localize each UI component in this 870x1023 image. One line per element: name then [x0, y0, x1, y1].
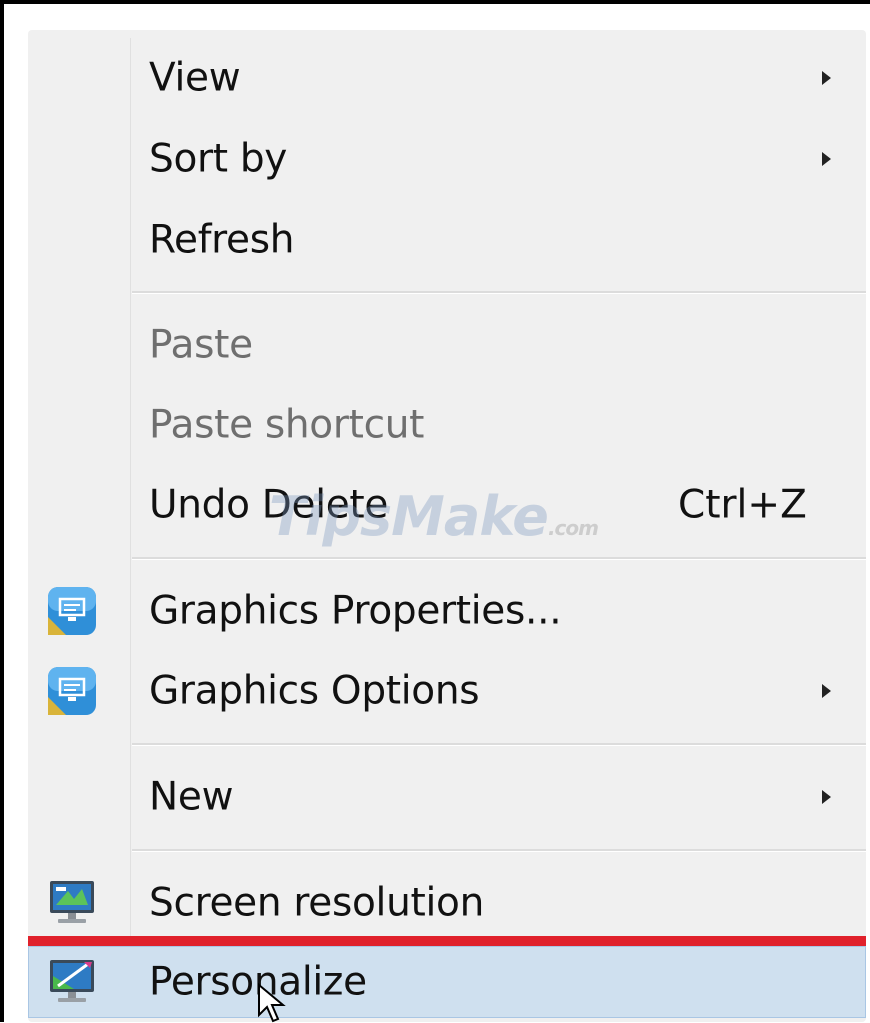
menu-separator [132, 557, 866, 560]
menu-item-paste-shortcut[interactable]: Paste shortcut [28, 385, 866, 465]
personalize-monitor-icon [50, 960, 94, 1002]
menu-item-view[interactable]: View [28, 38, 866, 118]
menu-item-label: View [149, 55, 241, 101]
menu-separator [132, 743, 866, 746]
submenu-arrow-icon [822, 71, 831, 85]
mouse-pointer-icon [258, 983, 286, 1023]
highlight-marker [28, 936, 866, 946]
menu-item-label: Paste shortcut [149, 402, 425, 448]
monitor-icon [50, 881, 94, 923]
submenu-arrow-icon [822, 684, 831, 698]
menu-item-label: Sort by [149, 136, 288, 182]
menu-item-graphics-options[interactable]: Graphics Options [28, 651, 866, 731]
menu-item-label: Paste [149, 322, 253, 368]
intel-graphics-icon [48, 587, 96, 635]
menu-item-sort-by[interactable]: Sort by [28, 119, 866, 199]
menu-item-label: Refresh [149, 217, 295, 263]
menu-item-label: Undo Delete [149, 482, 389, 528]
menu-item-label: Screen resolution [149, 880, 484, 926]
menu-item-paste[interactable]: Paste [28, 305, 866, 385]
menu-item-label: Graphics Properties... [149, 588, 562, 634]
menu-item-new[interactable]: New [28, 757, 866, 837]
submenu-arrow-icon [822, 790, 831, 804]
menu-item-personalize[interactable]: Personalize [28, 946, 866, 1018]
menu-item-refresh[interactable]: Refresh [28, 200, 866, 280]
menu-item-label: Graphics Options [149, 668, 480, 714]
screenshot-frame: View Sort by Refresh Paste Paste shortcu… [0, 0, 870, 1023]
desktop-context-menu: View Sort by Refresh Paste Paste shortcu… [28, 30, 866, 1023]
menu-item-graphics-properties[interactable]: Graphics Properties... [28, 571, 866, 651]
intel-graphics-icon [48, 667, 96, 715]
menu-item-shortcut: Ctrl+Z [678, 482, 807, 528]
submenu-arrow-icon [822, 152, 831, 166]
menu-item-screen-resolution[interactable]: Screen resolution [28, 863, 866, 943]
menu-separator [132, 291, 866, 294]
menu-separator [132, 849, 866, 852]
menu-item-label: New [149, 774, 234, 820]
menu-item-undo-delete[interactable]: Undo Delete Ctrl+Z [28, 465, 866, 545]
